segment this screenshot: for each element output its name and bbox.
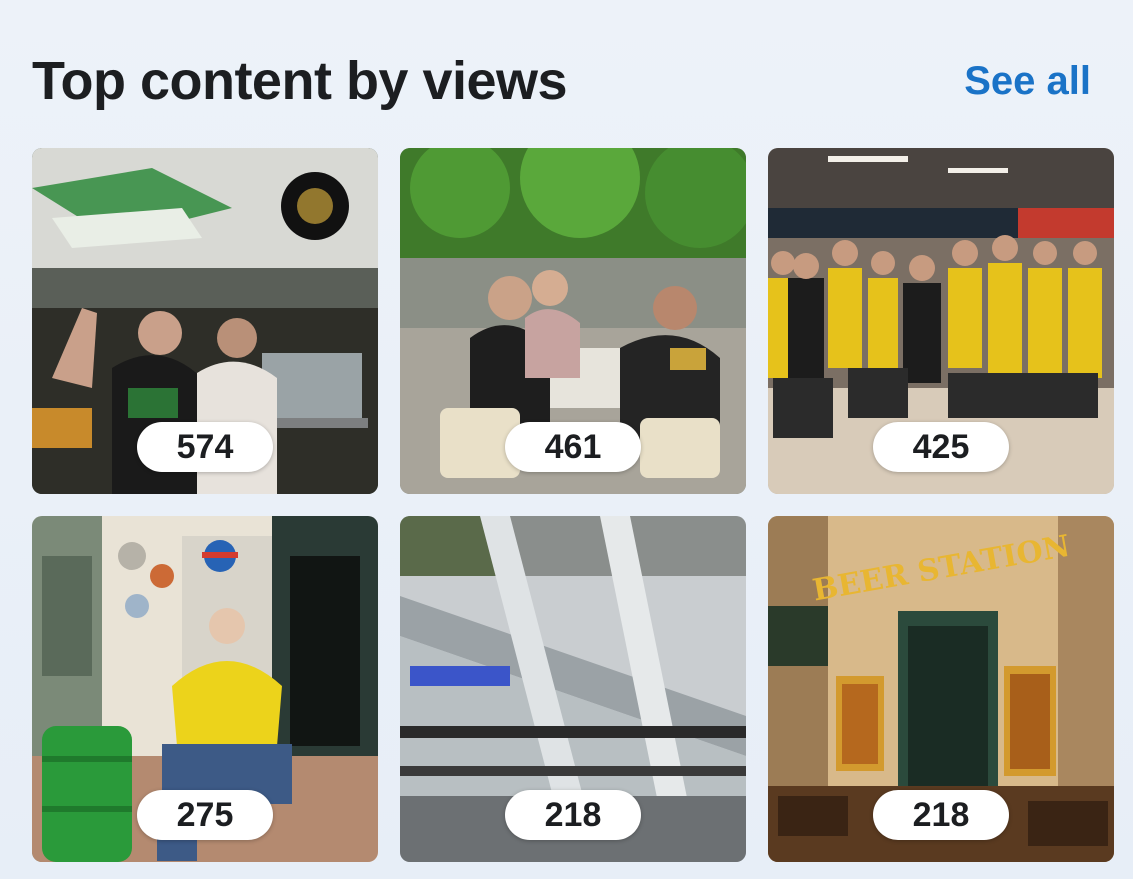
views-count-badge: 275 [137,790,273,840]
content-tile[interactable]: 574 [32,148,378,494]
top-content-card: Top content by views See all 574 461 425… [0,0,1133,879]
content-tile[interactable]: BEER STATION 218 [768,516,1114,862]
content-tile[interactable]: 275 [32,516,378,862]
section-title: Top content by views [32,51,568,111]
views-count-badge: 425 [873,422,1009,472]
views-count-badge: 218 [873,790,1009,840]
content-tile[interactable]: 218 [400,516,746,862]
see-all-link[interactable]: See all [964,59,1091,104]
content-tile[interactable]: 425 [768,148,1114,494]
section-header: Top content by views See all [32,46,1091,116]
views-count-badge: 461 [505,422,641,472]
content-tile[interactable]: 461 [400,148,746,494]
views-count-badge: 218 [505,790,641,840]
content-grid: 574 461 425 275 218 BEER STATION 218 [32,148,1115,862]
views-count-badge: 574 [137,422,273,472]
